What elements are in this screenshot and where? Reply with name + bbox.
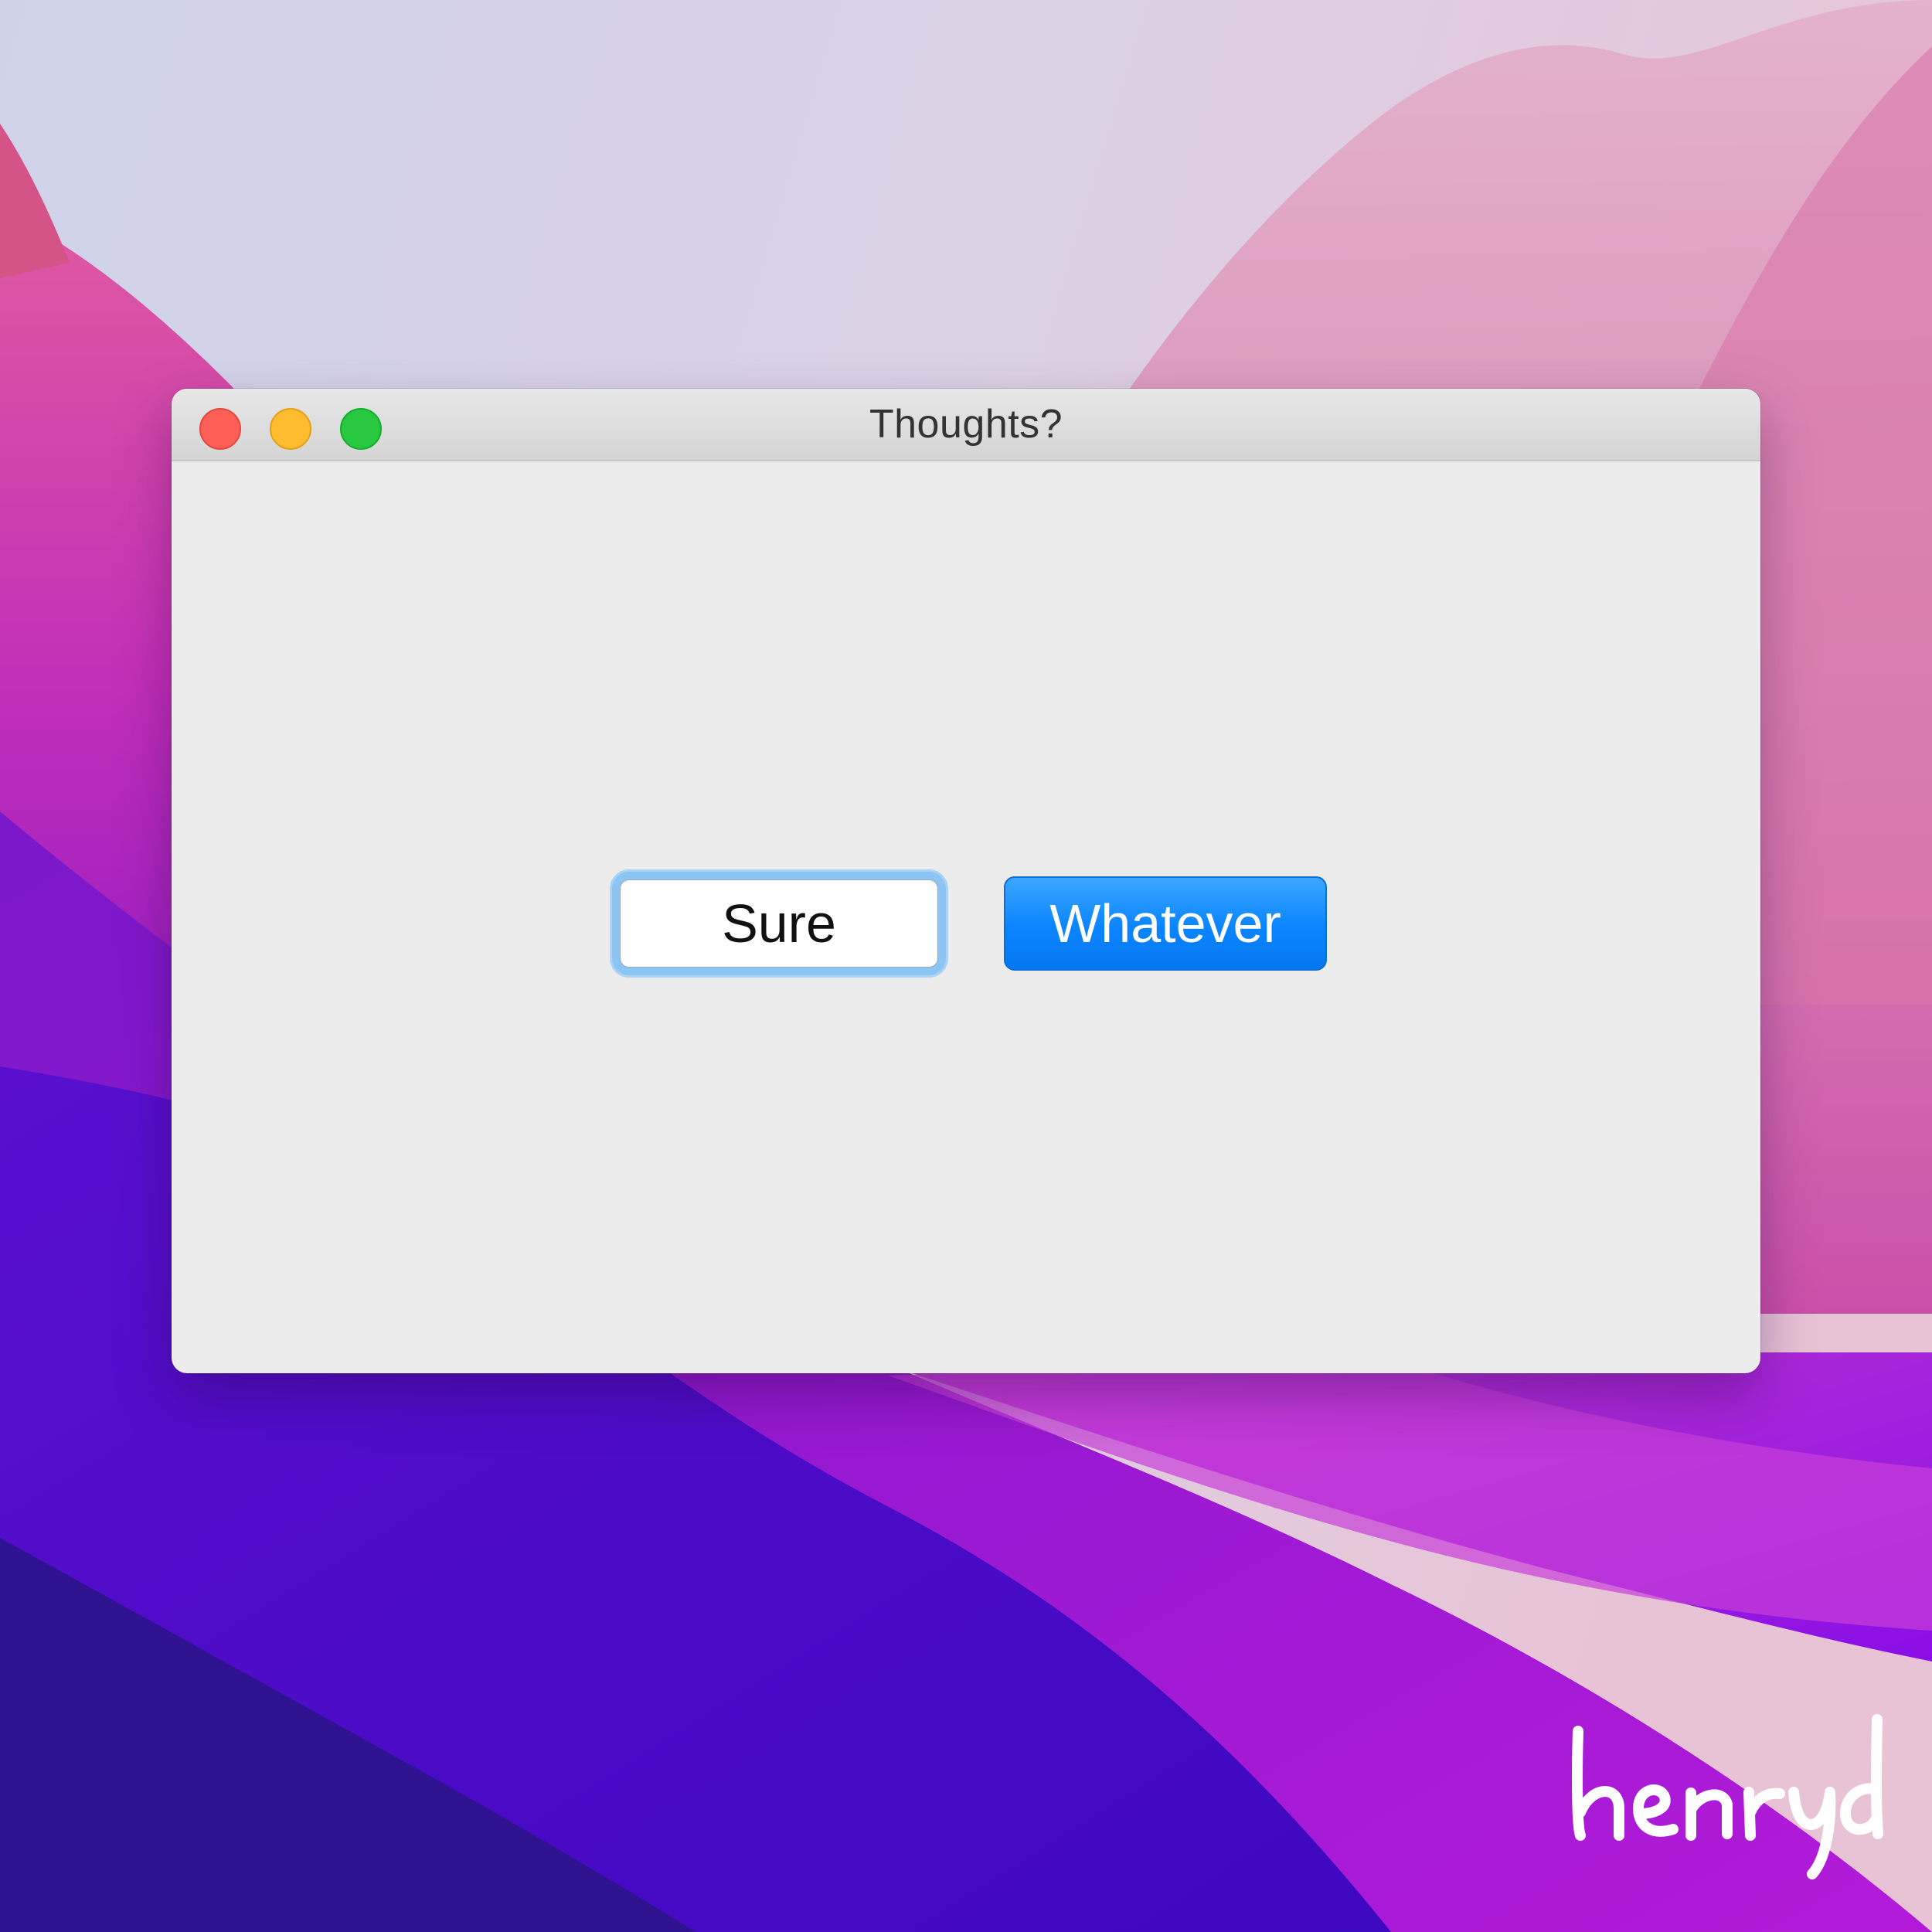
window-title: Thoughts?	[869, 402, 1063, 447]
title-bar[interactable]: Thoughts?	[172, 389, 1760, 461]
sure-button[interactable]: Sure	[620, 879, 938, 968]
dialog-window: Thoughts? Sure Whatever	[172, 389, 1760, 1373]
henryd-signature-logo	[1572, 1714, 1883, 1879]
dialog-content: Sure Whatever	[172, 461, 1760, 1373]
whatever-button[interactable]: Whatever	[1004, 876, 1327, 971]
